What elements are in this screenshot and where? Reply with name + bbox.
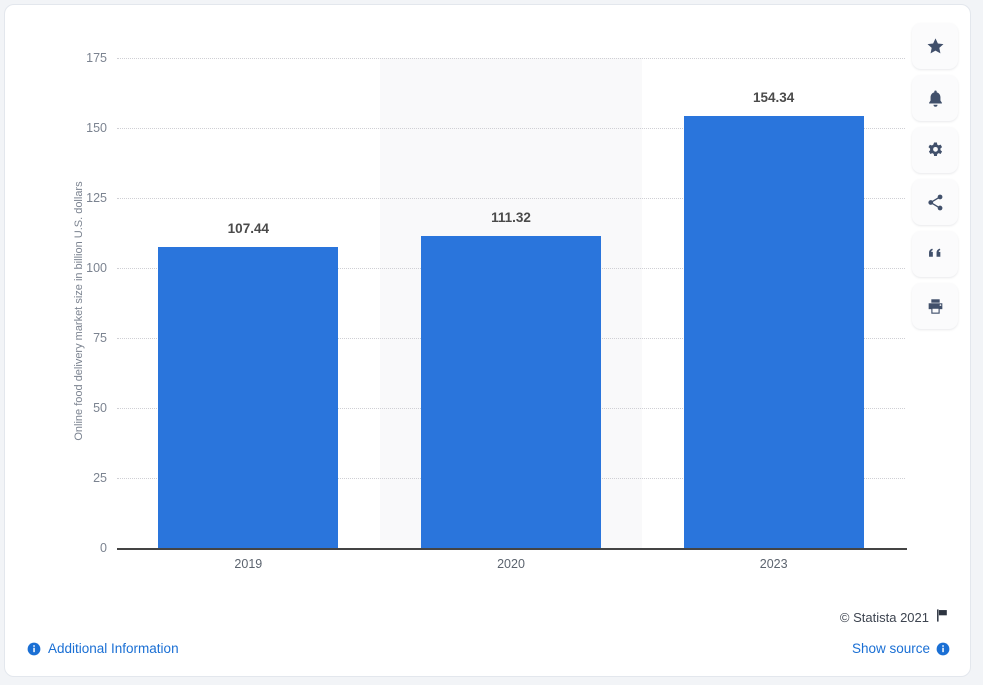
statista-chart-page: Online food delivery market size in bill…	[0, 0, 983, 685]
y-axis-tick-label: 0	[100, 541, 107, 555]
bar-chart: Online food delivery market size in bill…	[5, 5, 925, 595]
bar-value-label: 111.32	[491, 210, 531, 226]
bar-value-label: 107.44	[227, 221, 269, 237]
x-axis-tick-label: 2020	[497, 557, 525, 571]
y-axis-tick-label: 75	[93, 331, 107, 345]
flag-icon[interactable]	[935, 608, 950, 626]
gear-button[interactable]	[912, 127, 958, 173]
y-axis-tick-label: 150	[86, 121, 107, 135]
bell-icon	[926, 89, 945, 108]
info-icon	[27, 642, 41, 656]
bell-button[interactable]	[912, 75, 958, 121]
print-icon	[926, 297, 945, 316]
y-axis-tick-label: 50	[93, 401, 107, 415]
copyright-notice: © Statista 2021	[840, 608, 950, 626]
bar[interactable]	[683, 115, 864, 548]
bar-value-label: 154.34	[753, 89, 795, 105]
show-source-label: Show source	[851, 641, 930, 656]
y-axis-tick-label: 125	[86, 191, 107, 205]
y-axis-ticks: 0 25 50 75 100 125 150 175	[63, 51, 107, 555]
gear-icon	[926, 141, 945, 160]
bar[interactable]	[158, 247, 339, 548]
chart-toolbar	[912, 23, 958, 329]
copyright-text: © Statista 2021	[839, 609, 929, 625]
additional-information-link[interactable]: Additional Information	[27, 641, 179, 656]
x-axis-line	[117, 548, 907, 550]
chart-card: Online food delivery market size in bill…	[4, 4, 971, 677]
y-axis-tick-label: 175	[86, 51, 107, 65]
x-axis-tick-label: 2023	[759, 557, 788, 571]
bar[interactable]	[421, 236, 601, 548]
print-button[interactable]	[912, 283, 958, 329]
star-button[interactable]	[912, 23, 958, 69]
info-icon	[936, 642, 950, 656]
plot-area: 107.44 111.32 154.34	[117, 58, 905, 548]
additional-information-label: Additional Information	[48, 641, 179, 656]
quote-button[interactable]	[912, 231, 958, 277]
x-axis-tick-label: 2019	[234, 557, 263, 571]
gridline	[117, 58, 905, 59]
quote-icon	[926, 245, 945, 264]
y-axis-tick-label: 100	[86, 261, 107, 275]
show-source-link[interactable]: Show source	[852, 641, 950, 656]
share-icon	[926, 193, 945, 212]
star-icon	[926, 37, 945, 56]
y-axis-tick-label: 25	[93, 471, 107, 485]
share-button[interactable]	[912, 179, 958, 225]
